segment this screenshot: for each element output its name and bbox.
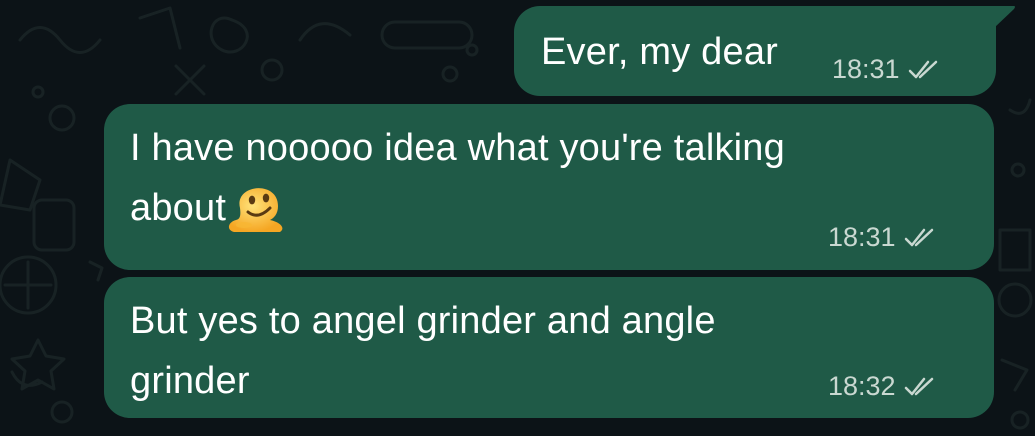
message-time: 18:32 [828, 371, 896, 401]
message-bubble-2[interactable]: I have nooooo idea what you're talking ab… [104, 104, 994, 270]
double-check-icon [904, 376, 938, 398]
message-time: 18:31 [832, 54, 900, 84]
message-text-line-1: I have nooooo idea what you're talking [130, 127, 785, 169]
melting-face-emoji [226, 178, 288, 234]
message-text-line-2: about [130, 187, 227, 229]
message-text: I have nooooo idea what you're talking ab… [130, 118, 950, 238]
message-meta: 18:32 [828, 371, 938, 402]
double-check-icon [908, 59, 942, 81]
message-text: But yes to angel grinder and angle grinde… [130, 291, 950, 411]
message-text-line-1: But yes to angel grinder and angle [130, 300, 716, 342]
message-text: Ever, my dear [541, 31, 779, 73]
message-time: 18:31 [828, 222, 896, 252]
message-bubble-1[interactable]: Ever, my dear 18:31 [514, 6, 996, 96]
message-meta: 18:31 [832, 54, 942, 85]
message-text-line-2: grinder [130, 360, 250, 402]
message-bubble-3[interactable]: But yes to angel grinder and angle grinde… [104, 277, 994, 418]
bubble-tail [994, 6, 1015, 28]
message-meta: 18:31 [828, 222, 938, 253]
double-check-icon [904, 227, 938, 249]
